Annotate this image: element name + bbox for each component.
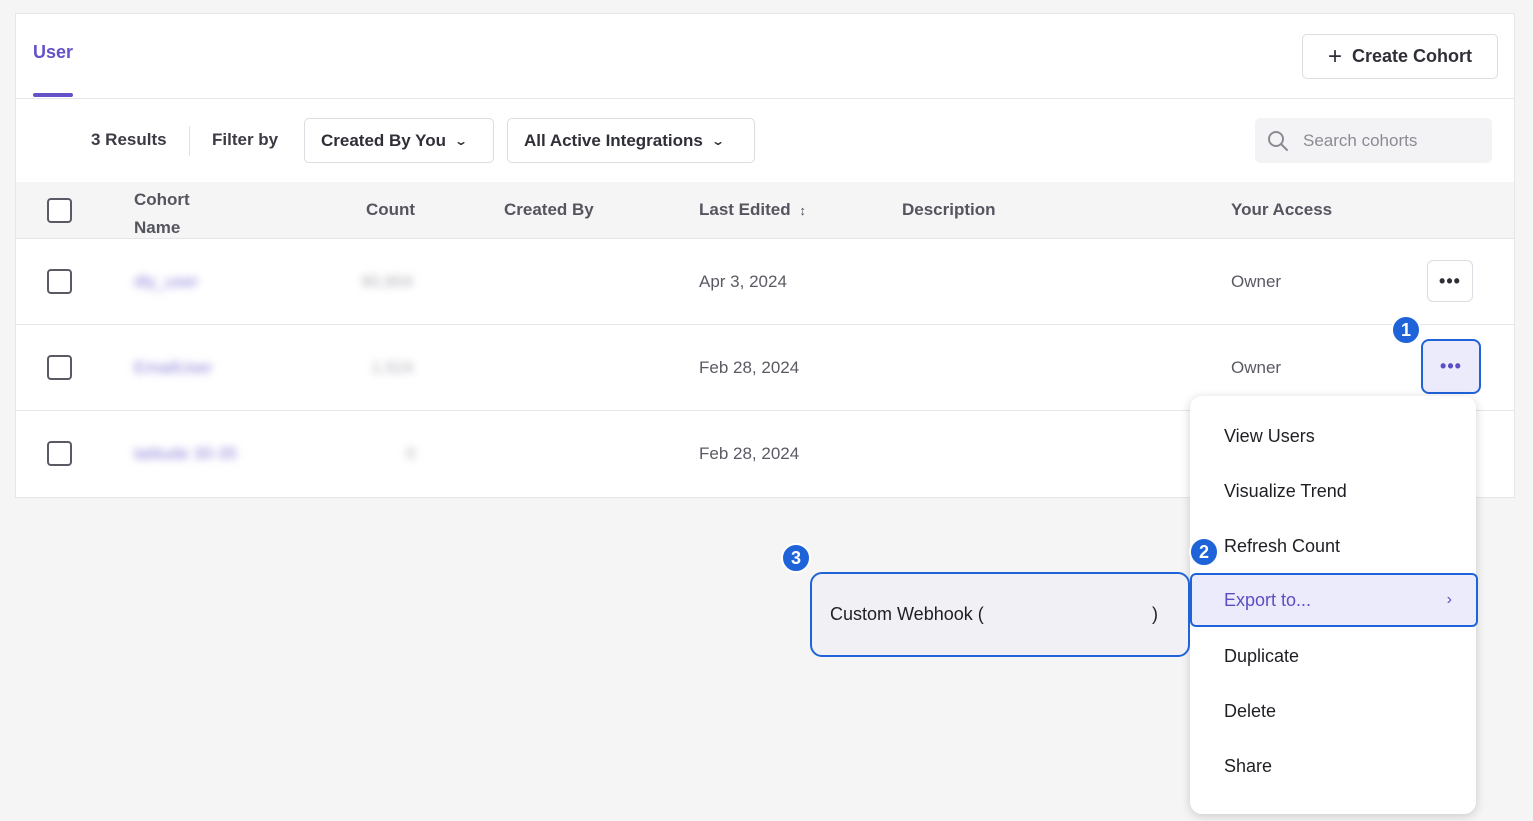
integrations-value: All Active Integrations	[524, 130, 703, 150]
chevron-down-icon: ⌄	[710, 133, 725, 148]
header-last-edited-label: Last Edited	[699, 200, 791, 219]
ellipsis-icon: •••	[1440, 356, 1462, 376]
menu-item-export-label: Export to...	[1224, 589, 1312, 610]
row-checkbox[interactable]	[47, 269, 72, 294]
search-icon	[1268, 130, 1288, 151]
row-checkbox[interactable]	[47, 441, 72, 466]
search-input[interactable]	[1303, 130, 1473, 151]
header-description[interactable]: Description	[902, 200, 996, 220]
header-last-edited[interactable]: Last Edited ↕	[699, 200, 806, 220]
select-all-checkbox[interactable]	[47, 198, 72, 223]
cohort-actions-menu: View Users Visualize Trend Refresh Count…	[1190, 396, 1478, 814]
step-badge-2: 2	[1189, 537, 1219, 567]
last-edited-value: Feb 28, 2024	[699, 358, 800, 377]
created-by-dropdown[interactable]: Created By You ⌄	[304, 118, 494, 163]
chevron-right-icon: ›	[1446, 591, 1452, 608]
cohort-count: 1,524	[371, 358, 414, 377]
header-your-access[interactable]: Your Access	[1231, 200, 1332, 220]
more-options-button-active[interactable]: •••	[1421, 339, 1481, 394]
ellipsis-icon: •••	[1439, 270, 1461, 291]
menu-item-visualize-trend[interactable]: Visualize Trend	[1224, 481, 1347, 502]
header-created-by[interactable]: Created By	[504, 200, 594, 220]
tab-bar: User + Create Cohort	[16, 14, 1514, 99]
divider	[189, 126, 190, 156]
menu-item-share[interactable]: Share	[1224, 756, 1272, 777]
more-options-button[interactable]: •••	[1427, 260, 1473, 302]
cohort-name-link[interactable]: dly_user	[134, 272, 198, 292]
create-cohort-button[interactable]: + Create Cohort	[1302, 34, 1498, 79]
menu-item-refresh-count[interactable]: Refresh Count	[1224, 536, 1340, 557]
menu-item-duplicate[interactable]: Duplicate	[1224, 646, 1299, 667]
chevron-down-icon: ⌄	[454, 133, 469, 148]
access-value: Owner	[1231, 358, 1282, 377]
plus-icon: +	[1327, 42, 1342, 70]
custom-webhook-label: Custom Webhook (	[830, 604, 984, 624]
menu-item-view-users[interactable]: View Users	[1224, 426, 1315, 447]
created-by-value: Created By You	[321, 130, 447, 150]
table-header: Cohort Name Count Created By Last Edited…	[16, 182, 1514, 239]
custom-webhook-close-paren: )	[1152, 604, 1158, 624]
last-edited-value: Apr 3, 2024	[699, 272, 787, 291]
results-count: 3 Results	[91, 130, 167, 149]
menu-item-delete[interactable]: Delete	[1224, 701, 1276, 722]
cohort-count: 90,904	[361, 272, 413, 291]
sort-icon: ↕	[799, 203, 806, 218]
filter-by-label: Filter by	[212, 130, 279, 149]
cohort-count: 0	[406, 444, 416, 463]
tab-user[interactable]: User	[33, 42, 73, 63]
header-count[interactable]: Count	[366, 200, 415, 220]
tab-active-indicator	[33, 93, 73, 97]
header-cohort-name[interactable]: Cohort Name	[134, 186, 190, 242]
cohort-name-link[interactable]: latitude 30-35	[134, 444, 237, 464]
table-row[interactable]: dly_user 90,904 Apr 3, 2024 Owner •••	[16, 239, 1514, 325]
integrations-dropdown[interactable]: All Active Integrations ⌄	[507, 118, 755, 163]
export-submenu-custom-webhook[interactable]: Custom Webhook ( )	[810, 572, 1190, 657]
search-box	[1255, 118, 1492, 163]
menu-item-export-to[interactable]: Export to... ›	[1190, 573, 1478, 627]
create-cohort-label: Create Cohort	[1352, 46, 1473, 66]
row-checkbox[interactable]	[47, 355, 72, 380]
filter-bar: 3 Results Filter by Created By You ⌄ All…	[16, 100, 1514, 182]
cohort-name-link[interactable]: EmailUser	[134, 358, 212, 378]
last-edited-value: Feb 28, 2024	[699, 444, 800, 463]
step-badge-3: 3	[781, 543, 811, 573]
step-badge-1: 1	[1391, 315, 1421, 345]
access-value: Owner	[1231, 272, 1282, 291]
